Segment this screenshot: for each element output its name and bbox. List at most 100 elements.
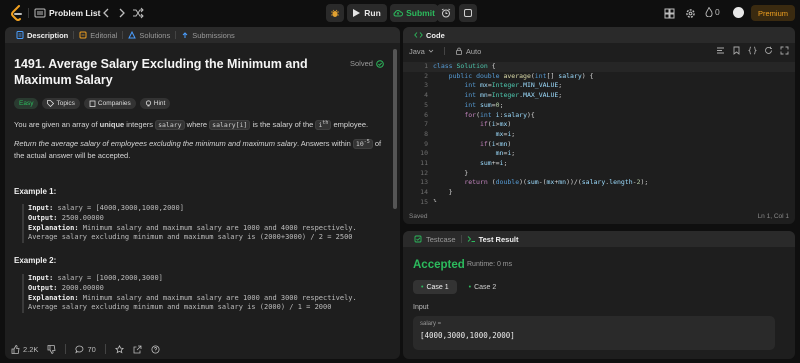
problem-tags: Easy Topics Companies Hint — [14, 98, 171, 109]
debug-button[interactable] — [326, 4, 344, 22]
comment-count: 70 — [87, 344, 96, 354]
line-number: 3 — [424, 81, 428, 90]
inline-code: salary — [155, 120, 185, 131]
help-circle-icon — [151, 345, 160, 353]
list-icon[interactable] — [34, 5, 46, 21]
verdict: Accepted — [413, 259, 465, 271]
example-1-title: Example 1: — [14, 187, 57, 196]
result-tabs: Testcase Test Result — [403, 231, 795, 247]
line-number: 15 — [420, 197, 428, 206]
divider — [443, 47, 445, 55]
tab-description[interactable]: Description — [11, 27, 73, 43]
example-2-title: Example 2: — [14, 256, 57, 265]
tab-submissions[interactable]: Submissions — [176, 27, 240, 43]
timer-button[interactable] — [437, 4, 455, 22]
fire-icon — [705, 7, 713, 17]
streak-count: 0 — [715, 7, 720, 17]
auto-mode-toggle[interactable]: Auto — [455, 47, 481, 56]
hint-label: Hint — [153, 100, 166, 107]
companies-tag[interactable]: Companies — [83, 98, 136, 109]
solved-label: Solved — [350, 59, 373, 68]
passed-dot-icon: • — [421, 283, 424, 291]
text: is the salary of the — [250, 120, 316, 130]
label: Explanation: — [28, 293, 79, 302]
favorite-button[interactable] — [114, 344, 124, 354]
case-1-tab[interactable]: • Case 1 — [413, 280, 457, 294]
code-icon — [414, 32, 423, 38]
value: salary = [4000,3000,1000,2000] — [53, 204, 184, 212]
reset-icon[interactable] — [764, 46, 773, 55]
solutions-icon — [128, 31, 137, 39]
description-panel: Description Editorial Solutions Submissi… — [5, 27, 400, 359]
submit-button[interactable]: Submit — [390, 4, 438, 22]
value: Average salary excluding minimum and max… — [28, 303, 332, 312]
text: You are given an array of — [14, 120, 100, 130]
code-line-8: mx=i; — [495, 129, 516, 138]
streak-counter[interactable]: 0 — [705, 7, 720, 17]
comments-button[interactable]: 70 — [75, 344, 96, 354]
superscript: -5 — [363, 139, 370, 145]
dislike-button[interactable] — [47, 344, 56, 354]
code-line-10: mn=i; — [495, 149, 516, 158]
gear-icon[interactable] — [685, 5, 696, 21]
notes-button[interactable] — [459, 4, 477, 22]
code-editor[interactable]: 1 2 3 4 5 6 7 8 9 10 11 12 13 14 15 class Solution { p… — [403, 62, 795, 206]
inline-code: salary[i] — [209, 120, 251, 131]
note-icon — [464, 9, 472, 17]
maximize-icon[interactable] — [780, 46, 789, 55]
chevron-right-icon[interactable] — [116, 5, 128, 21]
difficulty-badge: Easy — [14, 98, 39, 109]
line-number: 4 — [424, 91, 428, 100]
editor-tools — [716, 46, 789, 55]
tab-solutions[interactable]: Solutions — [123, 27, 175, 43]
line-number: 7 — [424, 120, 428, 129]
thumbs-down-icon — [48, 344, 56, 354]
problem-title: 1491. Average Salary Excluding the Minim… — [14, 57, 308, 87]
description-tabs: Description Editorial Solutions Submissi… — [5, 27, 400, 43]
shuffle-icon[interactable] — [132, 5, 144, 21]
text: . Answers within — [297, 139, 353, 149]
run-button[interactable]: Run — [347, 4, 387, 22]
like-button[interactable]: 2.2K — [11, 345, 38, 354]
premium-button[interactable]: Premium — [751, 5, 795, 21]
terminal-icon — [467, 236, 475, 242]
superscript: th — [322, 120, 329, 126]
line-number: 2 — [424, 71, 428, 80]
tab-test-result[interactable]: Test Result — [462, 231, 524, 247]
line-number: 12 — [420, 168, 428, 177]
line-number: 13 — [420, 178, 428, 187]
code-line-14: } — [433, 188, 453, 197]
share-icon — [133, 345, 142, 353]
bookmark-icon[interactable] — [732, 46, 741, 55]
chevron-left-icon[interactable] — [100, 5, 112, 21]
layout-grid-icon[interactable] — [664, 5, 675, 21]
text-bold: unique — [99, 120, 125, 130]
topics-tag[interactable]: Topics — [42, 98, 80, 109]
code-line-13: return (double)(sum-(mx+mn))/(salary.len… — [464, 178, 649, 187]
hint-tag[interactable]: Hint — [139, 98, 171, 109]
top-bar: Problem List Run Submit 0 Premium — [0, 0, 800, 26]
format-icon[interactable] — [716, 46, 725, 55]
case-2-label: Case 2 — [474, 283, 497, 291]
example-1-block: Input: salary = [4000,3000,1000,2000] Ou… — [22, 204, 357, 244]
divider — [65, 344, 67, 354]
case-2-tab[interactable]: • Case 2 — [461, 280, 505, 294]
help-button[interactable] — [151, 345, 160, 354]
line-number: 14 — [420, 188, 428, 197]
tab-testcase[interactable]: Testcase — [409, 231, 461, 247]
tab-code[interactable]: Code — [409, 27, 450, 43]
code-line-1: class Solution { — [433, 62, 496, 70]
tab-editorial[interactable]: Editorial — [74, 27, 122, 43]
braces-icon[interactable] — [748, 46, 757, 55]
avatar[interactable] — [733, 7, 744, 18]
code-line-15: } — [433, 197, 437, 202]
scrollbar[interactable] — [393, 49, 397, 209]
case-tabs: • Case 1 • Case 2 — [413, 280, 504, 294]
leetcode-logo-icon[interactable] — [10, 5, 24, 21]
language-select[interactable]: Java — [409, 47, 434, 56]
share-button[interactable] — [133, 345, 142, 354]
bug-icon — [331, 9, 339, 17]
code-line-6: for(int i:salary){ — [464, 110, 535, 119]
problem-list-link[interactable]: Problem List — [49, 8, 100, 18]
like-count: 2.2K — [23, 344, 39, 354]
